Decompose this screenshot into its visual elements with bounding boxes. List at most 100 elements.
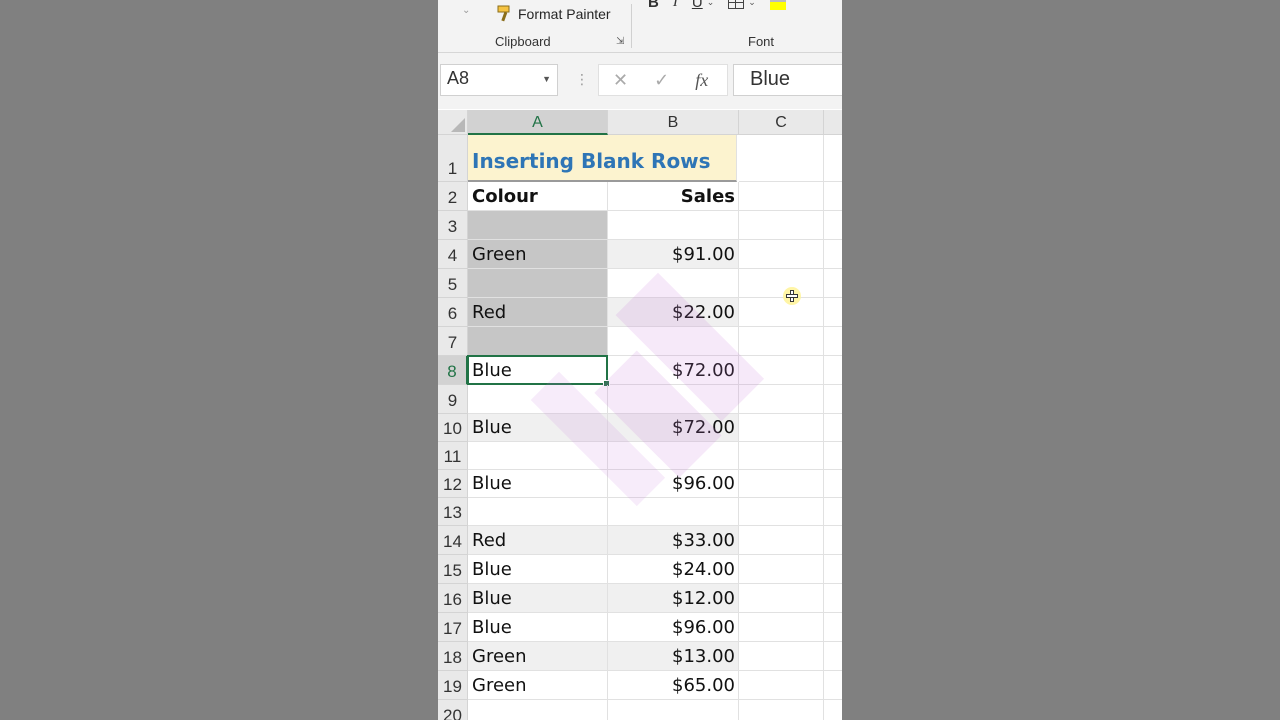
row-header-18[interactable]: 18 [438, 642, 468, 671]
row-header-2[interactable]: 2 [438, 182, 468, 211]
enter-icon[interactable]: ✓ [654, 70, 669, 91]
row-header-14[interactable]: 14 [438, 526, 468, 555]
row-header-12[interactable]: 12 [438, 470, 468, 498]
cell-c4[interactable] [739, 240, 824, 269]
cell-a6[interactable]: Red [468, 298, 608, 327]
cell-c7[interactable] [739, 327, 824, 356]
row-header-3[interactable]: 3 [438, 211, 468, 240]
column-header-b[interactable]: B [608, 110, 739, 135]
row-header-5[interactable]: 5 [438, 269, 468, 298]
cell-d19[interactable] [824, 671, 842, 700]
cell-b9[interactable] [608, 385, 739, 414]
underline-button[interactable]: U [692, 0, 703, 11]
cell-d8[interactable] [824, 356, 842, 385]
cell-d9[interactable] [824, 385, 842, 414]
cell-b6[interactable]: $22.00 [608, 298, 739, 327]
cell-c1[interactable] [739, 135, 824, 182]
cell-a16[interactable]: Blue [468, 584, 608, 613]
bold-button[interactable]: B [648, 0, 659, 11]
cell-c2[interactable] [739, 182, 824, 211]
row-header-6[interactable]: 6 [438, 298, 468, 327]
cell-c17[interactable] [739, 613, 824, 642]
cell-c3[interactable] [739, 211, 824, 240]
row-header-8[interactable]: 8 [438, 356, 468, 385]
cell-c8[interactable] [739, 356, 824, 385]
borders-icon[interactable] [728, 0, 745, 9]
cell-b2[interactable]: Sales [608, 182, 739, 211]
format-painter-button[interactable]: Format Painter [496, 3, 611, 25]
cell-d7[interactable] [824, 327, 842, 356]
cell-b12[interactable]: $96.00 [608, 470, 739, 498]
cell-d5[interactable] [824, 269, 842, 298]
column-header-next[interactable] [824, 110, 842, 135]
cell-d16[interactable] [824, 584, 842, 613]
cell-d18[interactable] [824, 642, 842, 671]
row-header-20[interactable]: 20 [438, 700, 468, 720]
cell-b3[interactable] [608, 211, 739, 240]
row-header-19[interactable]: 19 [438, 671, 468, 700]
cell-a20[interactable] [468, 700, 608, 720]
cell-d15[interactable] [824, 555, 842, 584]
cell-c18[interactable] [739, 642, 824, 671]
row-header-7[interactable]: 7 [438, 327, 468, 356]
row-header-11[interactable]: 11 [438, 442, 468, 470]
cell-d12[interactable] [824, 470, 842, 498]
cell-a14[interactable]: Red [468, 526, 608, 555]
cell-a9[interactable] [468, 385, 608, 414]
cell-a11[interactable] [468, 442, 608, 470]
cell-b7[interactable] [608, 327, 739, 356]
row-header-9[interactable]: 9 [438, 385, 468, 414]
dialog-launcher-icon[interactable]: ⇲ [616, 36, 624, 47]
cell-c11[interactable] [739, 442, 824, 470]
name-box[interactable]: A8 ▼ [440, 64, 558, 96]
cell-c20[interactable] [739, 700, 824, 720]
borders-dropdown-icon[interactable]: ⌄ [748, 0, 756, 8]
cell-a17[interactable]: Blue [468, 613, 608, 642]
cell-c10[interactable] [739, 414, 824, 442]
cell-c12[interactable] [739, 470, 824, 498]
worksheet-grid[interactable]: A B C 1 Inserting Blank Rows 2 Colour Sales 3… [438, 110, 842, 720]
cell-a4[interactable]: Green [468, 240, 608, 269]
formula-bar-grip-icon[interactable]: ⋮ [575, 71, 589, 88]
cell-b4[interactable]: $91.00 [608, 240, 739, 269]
row-header-1[interactable]: 1 [438, 135, 468, 182]
cell-d14[interactable] [824, 526, 842, 555]
cell-b11[interactable] [608, 442, 739, 470]
row-header-15[interactable]: 15 [438, 555, 468, 584]
cell-c13[interactable] [739, 498, 824, 526]
select-all-button[interactable] [438, 110, 468, 135]
cell-b15[interactable]: $24.00 [608, 555, 739, 584]
cell-b5[interactable] [608, 269, 739, 298]
cell-a2[interactable]: Colour [468, 182, 608, 211]
cell-d13[interactable] [824, 498, 842, 526]
cell-a5[interactable] [468, 269, 608, 298]
column-header-a[interactable]: A [468, 110, 608, 135]
cell-a15[interactable]: Blue [468, 555, 608, 584]
cell-b16[interactable]: $12.00 [608, 584, 739, 613]
chevron-down-icon[interactable]: ⌄ [462, 5, 470, 16]
insert-function-icon[interactable]: fx [695, 70, 708, 91]
cell-a12[interactable]: Blue [468, 470, 608, 498]
cell-d4[interactable] [824, 240, 842, 269]
row-header-16[interactable]: 16 [438, 584, 468, 613]
cell-d3[interactable] [824, 211, 842, 240]
cell-b19[interactable]: $65.00 [608, 671, 739, 700]
italic-button[interactable]: I [673, 0, 678, 11]
cell-a3[interactable] [468, 211, 608, 240]
cell-b18[interactable]: $13.00 [608, 642, 739, 671]
cell-b17[interactable]: $96.00 [608, 613, 739, 642]
cell-c16[interactable] [739, 584, 824, 613]
title-cell[interactable]: Inserting Blank Rows [468, 135, 737, 182]
underline-dropdown-icon[interactable]: ⌄ [707, 0, 715, 8]
cell-b14[interactable]: $33.00 [608, 526, 739, 555]
fill-color-icon[interactable] [769, 0, 786, 10]
cell-b8[interactable]: $72.00 [608, 356, 739, 385]
cell-d6[interactable] [824, 298, 842, 327]
cell-d11[interactable] [824, 442, 842, 470]
cell-d10[interactable] [824, 414, 842, 442]
formula-input[interactable]: Blue [733, 64, 842, 96]
cell-d20[interactable] [824, 700, 842, 720]
cell-d1[interactable] [824, 135, 842, 182]
cell-c6[interactable] [739, 298, 824, 327]
cell-c19[interactable] [739, 671, 824, 700]
